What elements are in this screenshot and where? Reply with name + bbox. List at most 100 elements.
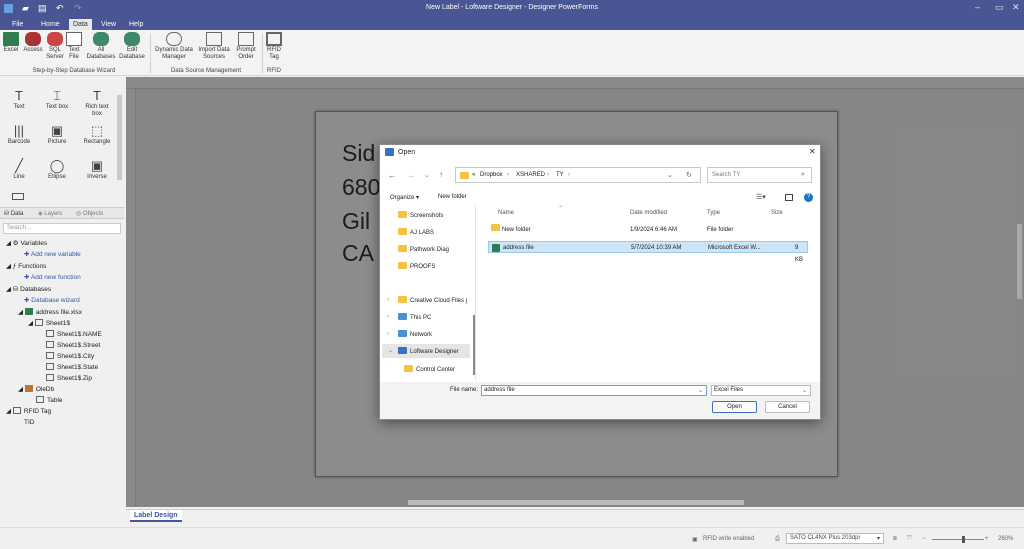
tool-picture[interactable]: ▣ Picture — [40, 124, 74, 146]
edit-database-button[interactable]: Edit Database — [118, 32, 146, 61]
nav-item[interactable]: AJ LABS — [398, 228, 434, 237]
zoom-out-icon[interactable]: − — [922, 536, 926, 542]
tool-barcode[interactable]: ||| Barcode — [2, 124, 36, 146]
text-file-button[interactable]: Text File — [66, 32, 82, 61]
nav-item[interactable]: › This PC — [387, 313, 431, 322]
tool-rich-text-box[interactable]: T Rich text box — [80, 89, 114, 118]
nav-item[interactable]: › Creative Cloud Files j — [387, 296, 467, 305]
nav-item[interactable]: Screenshots — [398, 211, 443, 220]
tree-functions[interactable]: ◢ ƒ Functions — [6, 262, 46, 271]
menu-data[interactable]: Data — [69, 19, 92, 30]
sql-server-button[interactable]: SQL Server — [46, 32, 64, 61]
tree-field[interactable]: Sheet1$.State — [46, 363, 98, 372]
tool-inverse[interactable]: ▣ Inverse — [80, 159, 114, 181]
toolbox-scrollbar[interactable] — [117, 95, 122, 180]
add-variable-link[interactable]: ✚ Add new variable — [24, 250, 81, 259]
up-icon[interactable]: ↑ — [439, 170, 443, 179]
maximize-icon[interactable]: ▭ — [995, 2, 1004, 13]
tree-field[interactable]: Sheet1$.City — [46, 352, 94, 361]
tree-field[interactable]: Sheet1$.NAME — [46, 330, 102, 339]
file-row[interactable]: New folder 1/9/2024 6:46 AM File folder — [488, 224, 808, 236]
open-button[interactable]: Open — [712, 401, 757, 413]
address-bar[interactable]: « Dropbox › XSHARED › TY › ⌄ ↻ — [455, 167, 701, 183]
file-name-input[interactable]: address file ⌄ — [481, 385, 707, 396]
fit-icon[interactable]: ⧈ — [893, 536, 897, 543]
tree-rfid-tag[interactable]: ◢ RFID Tag — [6, 407, 51, 416]
help-icon[interactable]: ? — [804, 193, 813, 202]
zoom-in-icon[interactable]: + — [985, 536, 989, 542]
add-function-link[interactable]: ✚ Add new function — [24, 273, 81, 282]
tree-table[interactable]: Table — [36, 396, 63, 405]
zoom-slider-thumb[interactable] — [962, 536, 965, 543]
chevron-right-icon[interactable]: › — [387, 296, 389, 304]
file-row-selected[interactable]: address file 5/7/2024 10:39 AM Microsoft… — [488, 241, 808, 263]
import-data-sources-button[interactable]: Import Data Sources — [196, 32, 232, 61]
zoom-slider[interactable] — [932, 539, 984, 540]
nav-item[interactable]: › Network — [387, 330, 432, 339]
chevron-down-icon[interactable]: ⌄ — [388, 347, 393, 355]
tool-text[interactable]: T Text — [2, 89, 36, 111]
panel-search-input[interactable]: Search... — [3, 223, 121, 234]
nav-item[interactable]: Control Center — [404, 365, 455, 374]
breadcrumb-ty[interactable]: TY — [556, 172, 564, 178]
menu-help[interactable]: Help — [125, 19, 147, 30]
column-name[interactable]: Name — [498, 210, 514, 216]
dialog-close-icon[interactable]: ✕ — [809, 147, 816, 156]
menu-home[interactable]: Home — [37, 19, 64, 30]
preview-pane-icon[interactable] — [785, 194, 793, 201]
recent-chevron-icon[interactable]: ⌄ — [424, 171, 430, 179]
tree-oledb[interactable]: ◢ OleDb — [18, 385, 54, 394]
minimize-icon[interactable]: – — [975, 2, 980, 12]
chevron-down-icon[interactable]: ⌄ — [667, 171, 673, 179]
tree-field[interactable]: Sheet1$.Zip — [46, 374, 92, 383]
dynamic-data-manager-button[interactable]: Dynamic Data Manager — [154, 32, 194, 61]
back-icon[interactable]: ← — [388, 171, 396, 180]
breadcrumb-dropbox[interactable]: Dropbox — [480, 172, 503, 178]
close-window-icon[interactable]: ✕ — [1012, 2, 1020, 13]
column-date[interactable]: Date modified — [630, 210, 667, 216]
dialog-search-input[interactable]: Search TY ⌕ — [707, 167, 812, 183]
tab-data[interactable]: ⛁ Data — [4, 210, 23, 217]
tool-line[interactable]: ╱ Line — [2, 159, 36, 181]
chevron-right-icon[interactable]: › — [387, 330, 389, 338]
excel-button[interactable]: Excel — [2, 32, 20, 54]
organize-button[interactable]: Organize ▾ — [390, 194, 419, 201]
cancel-button[interactable]: Cancel — [765, 401, 810, 413]
tree-variables[interactable]: ◢ ⚙ Variables — [6, 239, 47, 248]
tool-text-box[interactable]: ⌶ Text box — [40, 89, 74, 111]
access-button[interactable]: Access — [22, 32, 44, 54]
tab-label-design[interactable]: Label Design — [130, 510, 182, 522]
column-size[interactable]: Size — [771, 210, 783, 216]
chevron-right-icon[interactable]: › — [387, 313, 389, 321]
view-options-icon[interactable]: ☰▾ — [756, 193, 766, 201]
column-type[interactable]: Type — [707, 210, 720, 216]
nav-item[interactable]: Pathwork Diag — [398, 245, 449, 254]
tool-rectangle[interactable]: ⬚ Rectangle — [80, 124, 114, 146]
tree-tid[interactable]: TID — [24, 418, 34, 427]
more-tools-icon[interactable] — [12, 193, 24, 200]
tab-objects[interactable]: ◎ Objects — [76, 210, 103, 217]
horizontal-scrollbar[interactable] — [408, 500, 744, 505]
all-databases-button[interactable]: All Databases — [86, 32, 116, 61]
menu-view[interactable]: View — [97, 19, 120, 30]
tree-field[interactable]: Sheet1$.Street — [46, 341, 100, 350]
menu-file[interactable]: File — [8, 19, 27, 30]
vertical-scrollbar[interactable] — [1017, 224, 1022, 299]
tree-sheet[interactable]: ◢ Sheet1$ — [28, 319, 70, 328]
database-wizard-link[interactable]: ✚ Database wizard — [24, 296, 80, 305]
file-type-select[interactable]: Excel Files ⌄ — [711, 385, 811, 396]
tree-address-file[interactable]: ◢ address file.xlsx — [18, 308, 82, 317]
breadcrumb-overflow[interactable]: « — [472, 172, 475, 178]
nav-item[interactable]: PROOFS — [398, 262, 435, 271]
breadcrumb-xshared[interactable]: XSHARED — [516, 172, 545, 178]
refresh-icon[interactable]: ↻ — [686, 171, 692, 179]
forward-icon[interactable]: → — [407, 171, 415, 180]
printer-select[interactable]: SATO CL4NX Plus 203dpi ▾ — [786, 533, 884, 544]
tab-layers[interactable]: ◈ Layers — [38, 210, 62, 217]
nav-scrollbar[interactable] — [473, 315, 475, 375]
tree-databases[interactable]: ◢ ⛁ Databases — [6, 285, 51, 294]
new-folder-button[interactable]: New folder — [438, 194, 467, 200]
rfid-tag-button[interactable]: RFID Tag — [265, 32, 283, 61]
nav-item-selected[interactable]: ⌄ Loftware Designer — [382, 344, 470, 358]
prompt-order-button[interactable]: Prompt Order — [234, 32, 258, 61]
